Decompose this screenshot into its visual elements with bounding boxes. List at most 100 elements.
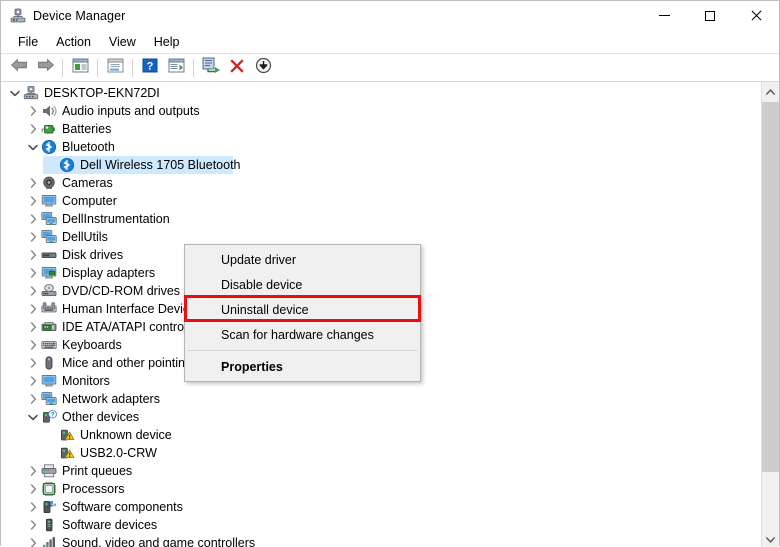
menu-action[interactable]: Action (47, 33, 100, 51)
tree-item[interactable]: Computer (1, 192, 759, 210)
tree-item-label: Cameras (62, 174, 113, 192)
close-button[interactable] (733, 1, 779, 30)
tree-item-label: Software components (62, 498, 183, 516)
update-driver-button[interactable] (251, 56, 275, 79)
chevron-down-icon[interactable] (7, 84, 23, 102)
menu-help[interactable]: Help (145, 33, 189, 51)
display-adapter-icon (41, 265, 57, 281)
tree-item-label: Processors (62, 480, 125, 498)
tree-item[interactable]: Batteries (1, 120, 759, 138)
tree-item[interactable]: USB2.0-CRW (1, 444, 759, 462)
tree-item[interactable]: ?Other devices (1, 408, 759, 426)
chevron-right-icon[interactable] (25, 390, 41, 408)
tree-item[interactable]: Software devices (1, 516, 759, 534)
chevron-right-icon[interactable] (25, 516, 41, 534)
chevron-right-icon[interactable] (25, 246, 41, 264)
show-hide-action-pane-icon (168, 58, 185, 78)
device-context-menu: Update driverDisable deviceUninstall dev… (184, 244, 421, 382)
scroll-down-button[interactable] (762, 530, 779, 547)
chevron-down-icon[interactable] (25, 408, 41, 426)
show-hide-action-pane-button[interactable] (164, 56, 188, 79)
toolbar-separator-3 (132, 59, 133, 77)
chevron-right-icon[interactable] (25, 336, 41, 354)
tree-item[interactable]: Audio inputs and outputs (1, 102, 759, 120)
back-button[interactable] (7, 56, 31, 79)
tree-item[interactable]: DESKTOP-EKN72DI (1, 84, 759, 102)
context-menu-item[interactable]: Disable device (185, 272, 420, 297)
camera-icon (41, 175, 57, 191)
tree-item[interactable]: Processors (1, 480, 759, 498)
tree-item[interactable]: Network adapters (1, 390, 759, 408)
forward-button[interactable] (33, 56, 57, 79)
context-menu-item[interactable]: Update driver (185, 247, 420, 272)
software-device-icon (41, 517, 57, 533)
chevron-right-icon[interactable] (25, 498, 41, 516)
ide-controller-icon (41, 319, 57, 335)
context-menu-item[interactable]: Properties (185, 354, 420, 379)
tree-item[interactable]: Sound, video and game controllers (1, 534, 759, 547)
tree-item-label: DellUtils (62, 228, 108, 246)
chevron-right-icon[interactable] (25, 354, 41, 372)
tree-item[interactable]: Cameras (1, 174, 759, 192)
optical-drive-icon (41, 283, 57, 299)
tree-item[interactable]: Software components (1, 498, 759, 516)
tree-item-label: DESKTOP-EKN72DI (44, 84, 160, 102)
speaker-icon (41, 103, 57, 119)
toolbar-separator-2 (97, 59, 98, 77)
properties-button[interactable] (103, 56, 127, 79)
chevron-right-icon[interactable] (25, 102, 41, 120)
tree-item-label: Network adapters (62, 390, 160, 408)
chevron-right-icon[interactable] (25, 264, 41, 282)
chevron-right-icon[interactable] (25, 174, 41, 192)
chevron-right-icon[interactable] (25, 480, 41, 498)
tree-item[interactable]: Bluetooth (1, 138, 759, 156)
window-controls (641, 1, 779, 30)
toolbar-separator-4 (193, 59, 194, 77)
help-icon: ? (142, 58, 158, 78)
unknown-device-icon: ? (41, 409, 57, 425)
show-hide-console-tree-icon (72, 58, 89, 78)
chevron-right-icon[interactable] (25, 192, 41, 210)
chevron-right-icon[interactable] (25, 462, 41, 480)
show-hide-console-tree-button[interactable] (68, 56, 92, 79)
scan-for-hardware-changes-button[interactable] (199, 56, 223, 79)
device-tree-pane: DESKTOP-EKN72DIAudio inputs and outputsB… (1, 82, 779, 547)
uninstall-device-button[interactable] (225, 56, 249, 79)
scroll-up-button[interactable] (762, 82, 779, 99)
uninstall-device-icon (229, 57, 245, 78)
tree-item[interactable]: Dell Wireless 1705 Bluetooth (1, 156, 759, 174)
chevron-right-icon[interactable] (25, 282, 41, 300)
scan-for-hardware-changes-icon (201, 57, 221, 78)
tree-item[interactable]: DellInstrumentation (1, 210, 759, 228)
chevron-right-icon[interactable] (25, 300, 41, 318)
tree-item[interactable]: Unknown device (1, 426, 759, 444)
minimize-button[interactable] (641, 1, 687, 30)
chevron-right-icon[interactable] (25, 534, 41, 547)
menu-file[interactable]: File (9, 33, 47, 51)
chevron-right-icon[interactable] (25, 228, 41, 246)
tree-item-label: Print queues (62, 462, 132, 480)
chevron-down-icon (766, 530, 775, 547)
tree-indent-spacer (43, 444, 59, 462)
network-monitor-icon (41, 391, 57, 407)
help-button[interactable]: ? (138, 56, 162, 79)
network-monitor-icon (41, 211, 57, 227)
vertical-scrollbar[interactable] (761, 82, 779, 547)
processor-icon (41, 481, 57, 497)
tree-item-label: Audio inputs and outputs (62, 102, 200, 120)
context-menu-item[interactable]: Scan for hardware changes (185, 322, 420, 347)
tree-item-label: Disk drives (62, 246, 123, 264)
chevron-down-icon[interactable] (25, 138, 41, 156)
tree-item-label: Keyboards (62, 336, 122, 354)
context-menu-item[interactable]: Uninstall device (185, 297, 420, 322)
bluetooth-icon (59, 157, 75, 173)
chevron-right-icon[interactable] (25, 318, 41, 336)
chevron-right-icon[interactable] (25, 210, 41, 228)
chevron-right-icon[interactable] (25, 372, 41, 390)
chevron-right-icon[interactable] (25, 120, 41, 138)
warning-device-icon (59, 445, 75, 461)
tree-item[interactable]: Print queues (1, 462, 759, 480)
maximize-button[interactable] (687, 1, 733, 30)
menu-view[interactable]: View (100, 33, 145, 51)
scrollbar-thumb[interactable] (762, 102, 779, 472)
